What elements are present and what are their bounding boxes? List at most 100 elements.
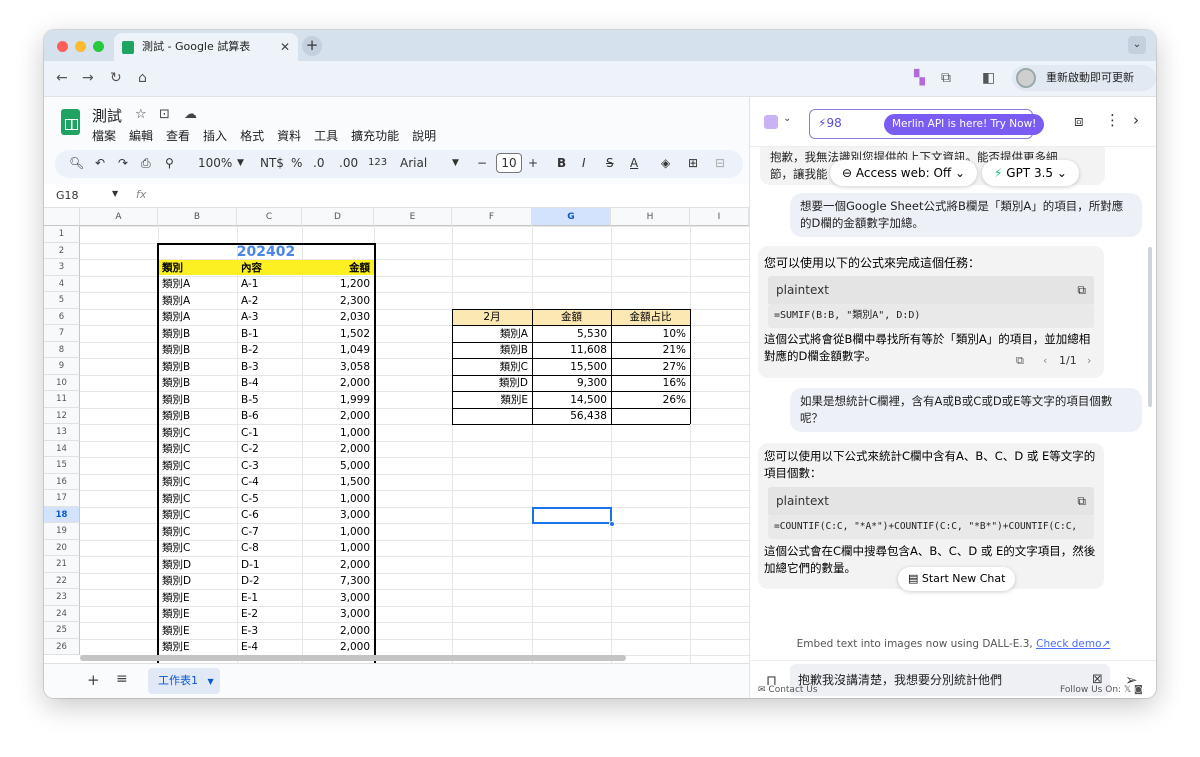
row-header-19[interactable]: 19 <box>44 523 80 540</box>
row-header-11[interactable]: 11 <box>44 391 80 408</box>
percent-format-button[interactable]: % <box>291 156 302 170</box>
cloud-status-icon[interactable]: ☁ <box>184 107 197 122</box>
menu-item-8[interactable]: 說明 <box>412 127 436 144</box>
row-header-9[interactable]: 9 <box>44 358 80 375</box>
check-demo-link[interactable]: Check demo↗ <box>1036 638 1110 650</box>
row-header-5[interactable]: 5 <box>44 292 80 309</box>
add-sheet-icon[interactable]: + <box>87 671 100 689</box>
merlin-logo-icon[interactable] <box>764 115 778 129</box>
logo-chevron-icon[interactable]: ⌄ <box>783 113 791 124</box>
text-color-icon[interactable]: A <box>630 156 638 170</box>
forward-icon[interactable]: → <box>82 70 94 86</box>
cell-grid[interactable]: A B C D E F G H I 1 2 3 4 5 6 7 8 9 10 11 12 13 14 15 16 17 18 19 20… <box>44 208 749 663</box>
back-icon[interactable]: ← <box>56 70 68 86</box>
home-icon[interactable]: ⌂ <box>138 70 147 86</box>
borders-icon[interactable]: ⊞ <box>688 156 698 170</box>
row-header-7[interactable]: 7 <box>44 325 80 342</box>
side-panel-icon[interactable]: ◧ <box>982 70 995 86</box>
merlin-extension-icon[interactable]: ▚ <box>914 70 925 86</box>
more-formats-button[interactable]: 123 <box>368 157 387 168</box>
paint-format-icon[interactable]: ⚲ <box>165 156 174 170</box>
reload-icon[interactable]: ↻ <box>110 70 122 86</box>
copy-icon[interactable]: ⧉ <box>1077 276 1086 304</box>
cast-icon[interactable]: ⧈ <box>1074 112 1084 130</box>
decrease-decimal-button[interactable]: .0 <box>313 156 324 170</box>
merge-cells-icon[interactable]: ⊟ <box>715 156 725 170</box>
row-header-25[interactable]: 25 <box>44 622 80 639</box>
col-header-H[interactable]: H <box>611 208 690 226</box>
strikethrough-icon[interactable]: S <box>606 156 614 170</box>
col-header-B[interactable]: B <box>158 208 237 226</box>
row-header-20[interactable]: 20 <box>44 539 80 556</box>
row-header-1[interactable]: 1 <box>44 226 80 243</box>
col-header-G[interactable]: G <box>532 208 611 226</box>
col-header-A[interactable]: A <box>80 208 158 226</box>
col-header-I[interactable]: I <box>690 208 749 226</box>
star-icon[interactable]: ☆ <box>135 107 147 122</box>
row-header-22[interactable]: 22 <box>44 572 80 589</box>
row-header-13[interactable]: 13 <box>44 424 80 441</box>
menu-item-3[interactable]: 插入 <box>203 127 227 144</box>
print-icon[interactable]: ⎙ <box>141 156 151 171</box>
fill-color-icon[interactable]: ◈ <box>661 156 670 170</box>
selected-cell-g18[interactable] <box>532 506 612 524</box>
row-header-2[interactable]: 2 <box>44 242 80 259</box>
copy-icon[interactable]: ⧉ <box>1077 487 1086 515</box>
doc-title[interactable]: 測試 <box>92 105 122 126</box>
increase-font-icon[interactable]: + <box>528 156 538 170</box>
access-web-toggle[interactable]: ⊖ Access web: Off ⌄ <box>830 160 978 186</box>
profile-avatar[interactable] <box>1016 68 1036 88</box>
zoom-chevron-icon[interactable]: ▼ <box>237 158 244 168</box>
bold-icon[interactable]: B <box>557 156 566 170</box>
col-header-D[interactable]: D <box>302 208 374 226</box>
chat-scroll[interactable]: 抱歉，我無法識別您提供的上下文資訊。能否提供更多細 節，讓我能 ⊖ Access… <box>750 147 1150 639</box>
name-box[interactable]: G18 <box>56 189 79 202</box>
menu-item-0[interactable]: 檔案 <box>92 127 116 144</box>
menu-item-6[interactable]: 工具 <box>314 127 338 144</box>
contact-link[interactable]: ✉ Contact Us <box>758 685 818 695</box>
row-header-4[interactable]: 4 <box>44 275 80 292</box>
close-tab-icon[interactable]: ✕ <box>280 33 290 61</box>
currency-format-button[interactable]: NT$ <box>260 156 284 170</box>
row-header-8[interactable]: 8 <box>44 341 80 358</box>
menu-item-7[interactable]: 擴充功能 <box>351 127 399 144</box>
font-size-input[interactable]: 10 <box>496 153 522 173</box>
row-header-10[interactable]: 10 <box>44 374 80 391</box>
font-chevron-icon[interactable]: ▼ <box>452 158 459 168</box>
sheet-tab-chevron-icon[interactable]: ▼ <box>208 677 214 686</box>
sheets-logo-icon[interactable] <box>61 109 80 135</box>
prev-response-icon[interactable]: ‹ <box>1043 354 1047 367</box>
horizontal-scrollbar[interactable] <box>80 655 626 661</box>
increase-decimal-button[interactable]: .00 <box>339 156 358 170</box>
col-header-F[interactable]: F <box>452 208 532 226</box>
row-header-3[interactable]: 3 <box>44 259 80 276</box>
name-box-chevron-icon[interactable]: ▼ <box>112 189 118 198</box>
next-response-icon[interactable]: › <box>1087 354 1091 367</box>
browser-tab[interactable]: 測試 - Google 試算表 ✕ <box>114 33 298 61</box>
close-window-button[interactable] <box>57 41 68 52</box>
decrease-font-icon[interactable]: − <box>477 156 487 170</box>
row-header-16[interactable]: 16 <box>44 473 80 490</box>
start-new-chat-button[interactable]: ▤ Start New Chat <box>898 567 1016 591</box>
row-header-15[interactable]: 15 <box>44 457 80 474</box>
row-header-26[interactable]: 26 <box>44 638 80 655</box>
zoom-select[interactable]: 100% <box>198 156 232 170</box>
zoom-window-button[interactable] <box>93 41 104 52</box>
row-header-6[interactable]: 6 <box>44 308 80 325</box>
sheet-tab-1[interactable]: 工作表1 ▼ <box>148 668 220 694</box>
menu-item-2[interactable]: 查看 <box>166 127 190 144</box>
tab-search-icon[interactable]: ⌄ <box>1128 36 1146 54</box>
search-menus-icon[interactable]: 🔍︎ <box>69 156 84 170</box>
menu-item-1[interactable]: 編輯 <box>129 127 153 144</box>
merlin-banner[interactable]: ⚡98 Merlin API is here! Try Now! <box>809 109 1045 139</box>
all-sheets-icon[interactable]: ≡ <box>116 671 128 687</box>
select-all-corner[interactable] <box>44 208 80 226</box>
redo-icon[interactable]: ↷ <box>118 156 128 170</box>
row-header-21[interactable]: 21 <box>44 556 80 573</box>
row-header-23[interactable]: 23 <box>44 589 80 606</box>
row-header-12[interactable]: 12 <box>44 407 80 424</box>
chat-scrollbar[interactable] <box>1148 247 1152 407</box>
more-options-icon[interactable]: ⋮ <box>1105 111 1120 129</box>
collapse-panel-icon[interactable]: › <box>1133 111 1139 129</box>
row-header-17[interactable]: 17 <box>44 490 80 507</box>
